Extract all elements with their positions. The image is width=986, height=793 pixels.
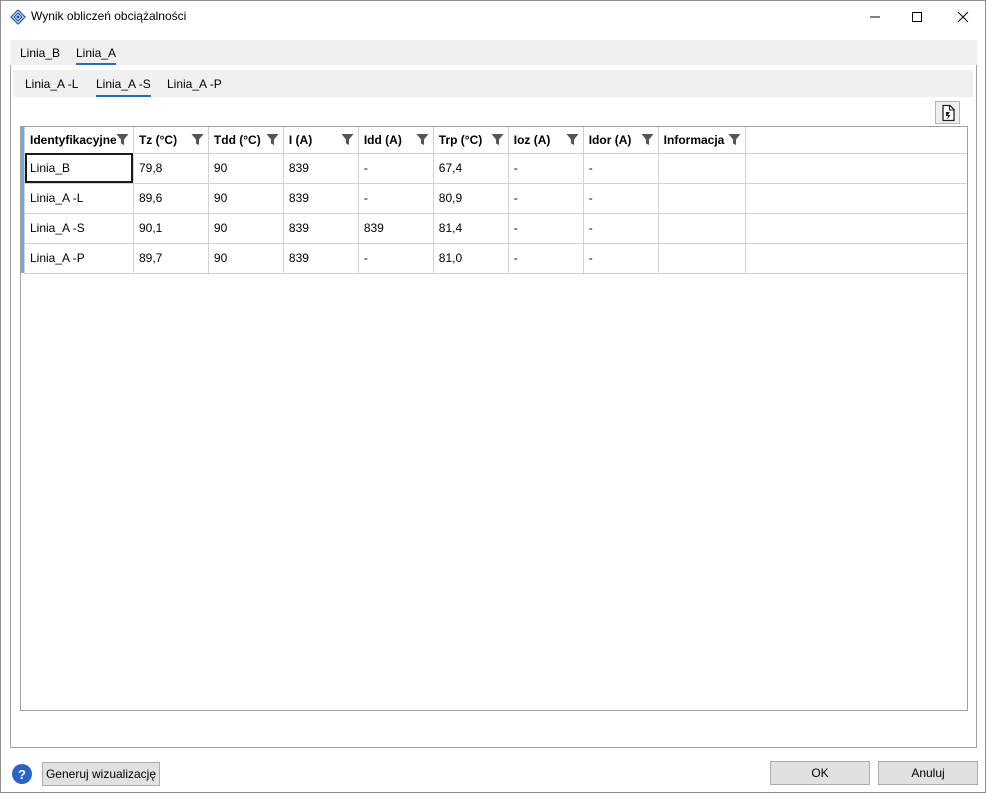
diamond-app-icon bbox=[10, 9, 26, 25]
table-cell-filler bbox=[744, 212, 967, 244]
window-title: Wynik obliczeń obciążalności bbox=[31, 9, 187, 23]
column-header[interactable]: Idor (A) bbox=[582, 127, 659, 154]
table-cell[interactable]: - bbox=[582, 212, 659, 244]
table-cell[interactable] bbox=[657, 242, 746, 274]
table-cell[interactable]: - bbox=[357, 182, 434, 214]
header-row: Identyfikacyjne Tz (°C) Tdd (°C) I (A) I… bbox=[24, 127, 967, 154]
table-cell[interactable]: 89,6 bbox=[132, 182, 209, 214]
close-icon bbox=[957, 11, 969, 22]
filter-icon[interactable] bbox=[116, 133, 129, 146]
table-cell[interactable]: - bbox=[357, 152, 434, 184]
table-cell[interactable]: 79,8 bbox=[132, 152, 209, 184]
tab-linia-a-l[interactable]: Linia_A -L bbox=[25, 70, 78, 97]
table-cell[interactable]: 90 bbox=[207, 152, 284, 184]
table-cell[interactable]: 839 bbox=[282, 242, 359, 274]
table-cell[interactable]: 90 bbox=[207, 182, 284, 214]
filter-icon[interactable] bbox=[728, 133, 741, 146]
table-cell[interactable]: 89,7 bbox=[132, 242, 209, 274]
table-cell[interactable]: 839 bbox=[282, 152, 359, 184]
table-cell[interactable]: 81,4 bbox=[432, 212, 509, 244]
export-button[interactable] bbox=[935, 101, 960, 124]
filter-icon[interactable] bbox=[416, 133, 429, 146]
table-cell[interactable]: - bbox=[507, 182, 584, 214]
table-cell[interactable]: - bbox=[582, 152, 659, 184]
minimize-icon bbox=[870, 16, 880, 17]
column-header[interactable]: Identyfikacyjne bbox=[24, 127, 134, 154]
table-cell[interactable]: 81,0 bbox=[432, 242, 509, 274]
column-header[interactable]: Idd (A) bbox=[357, 127, 434, 154]
table-cell[interactable]: 839 bbox=[357, 212, 434, 244]
table-row[interactable]: Linia_B 79,8 90 839-67,4- - bbox=[24, 152, 967, 184]
table-cell[interactable]: 90 bbox=[207, 212, 284, 244]
table-cell[interactable]: - bbox=[507, 242, 584, 274]
table-cell[interactable]: 839 bbox=[282, 182, 359, 214]
table-cell[interactable]: - bbox=[507, 152, 584, 184]
table-cell[interactable]: Linia_A -P bbox=[24, 242, 134, 274]
help-icon[interactable]: ? bbox=[12, 764, 32, 784]
results-window: Wynik obliczeń obciążalności Linia_B Lin… bbox=[0, 0, 986, 793]
table-cell[interactable]: Linia_A -L bbox=[24, 182, 134, 214]
table-row[interactable]: Linia_A -L 89,6 90 839-80,9- - bbox=[24, 182, 967, 214]
tab-label: Linia_B bbox=[20, 46, 61, 60]
outer-tab-strip: Linia_B Linia_A bbox=[10, 40, 977, 65]
filter-icon[interactable] bbox=[566, 133, 579, 146]
table-cell[interactable] bbox=[657, 212, 746, 244]
cancel-button[interactable]: Anuluj bbox=[878, 761, 978, 785]
tab-linia-a-p[interactable]: Linia_A -P bbox=[167, 70, 222, 97]
table-cell[interactable]: - bbox=[507, 212, 584, 244]
column-header[interactable]: Trp (°C) bbox=[432, 127, 509, 154]
tab-label: Linia_A -P bbox=[167, 77, 222, 91]
tab-label: Linia_A -L bbox=[25, 77, 79, 91]
tab-linia-b[interactable]: Linia_B bbox=[20, 40, 60, 65]
minimize-button[interactable] bbox=[852, 1, 898, 32]
table-cell[interactable]: - bbox=[582, 182, 659, 214]
table-cell[interactable]: Linia_A -S bbox=[24, 212, 134, 244]
ok-button[interactable]: OK bbox=[770, 761, 870, 785]
table-cell[interactable] bbox=[657, 152, 746, 184]
active-tab-indicator bbox=[96, 95, 151, 97]
tab-linia-a[interactable]: Linia_A bbox=[76, 40, 117, 65]
title-bar[interactable]: Wynik obliczeń obciążalności bbox=[1, 1, 985, 32]
results-table: Identyfikacyjne Tz (°C) Tdd (°C) I (A) I… bbox=[24, 127, 967, 274]
table-cell[interactable]: 67,4 bbox=[432, 152, 509, 184]
filter-icon[interactable] bbox=[641, 133, 654, 146]
table-cell[interactable]: Linia_B bbox=[24, 152, 134, 184]
tab-linia-a-s[interactable]: Linia_A -S bbox=[96, 70, 151, 97]
table-cell[interactable] bbox=[657, 182, 746, 214]
table-cell-filler bbox=[744, 242, 967, 274]
inner-tab-strip: Linia_A -L Linia_A -S Linia_A -P bbox=[13, 70, 973, 97]
close-button[interactable] bbox=[940, 1, 986, 32]
filter-icon[interactable] bbox=[191, 133, 204, 146]
table-cell-filler bbox=[744, 152, 967, 184]
filter-icon[interactable] bbox=[341, 133, 354, 146]
column-header[interactable]: Tdd (°C) bbox=[207, 127, 284, 154]
table-row[interactable]: Linia_A -S 90,1 90 839 839 81,4- - bbox=[24, 212, 967, 244]
empty-header-filler bbox=[744, 127, 967, 154]
export-document-icon bbox=[941, 104, 955, 121]
table-cell[interactable]: 90,1 bbox=[132, 212, 209, 244]
filter-icon[interactable] bbox=[491, 133, 504, 146]
maximize-button[interactable] bbox=[894, 1, 940, 32]
table-cell-filler bbox=[744, 182, 967, 214]
results-grid[interactable]: Identyfikacyjne Tz (°C) Tdd (°C) I (A) I… bbox=[20, 126, 968, 711]
filter-icon[interactable] bbox=[266, 133, 279, 146]
table-cell[interactable]: - bbox=[582, 242, 659, 274]
column-header[interactable]: Informacja bbox=[657, 127, 746, 154]
column-header[interactable]: I (A) bbox=[282, 127, 359, 154]
table-cell[interactable]: - bbox=[357, 242, 434, 274]
table-cell[interactable]: 80,9 bbox=[432, 182, 509, 214]
maximize-icon bbox=[912, 11, 922, 22]
column-header[interactable]: Tz (°C) bbox=[132, 127, 209, 154]
table-row[interactable]: Linia_A -P 89,7 90 839-81,0- - bbox=[24, 242, 967, 274]
tab-label: Linia_A -S bbox=[96, 77, 151, 91]
table-cell[interactable]: 90 bbox=[207, 242, 284, 274]
tab-label: Linia_A bbox=[76, 46, 117, 60]
table-cell[interactable]: 839 bbox=[282, 212, 359, 244]
column-header[interactable]: Ioz (A) bbox=[507, 127, 584, 154]
generate-visualization-button[interactable]: Generuj wizualizację bbox=[42, 762, 160, 786]
